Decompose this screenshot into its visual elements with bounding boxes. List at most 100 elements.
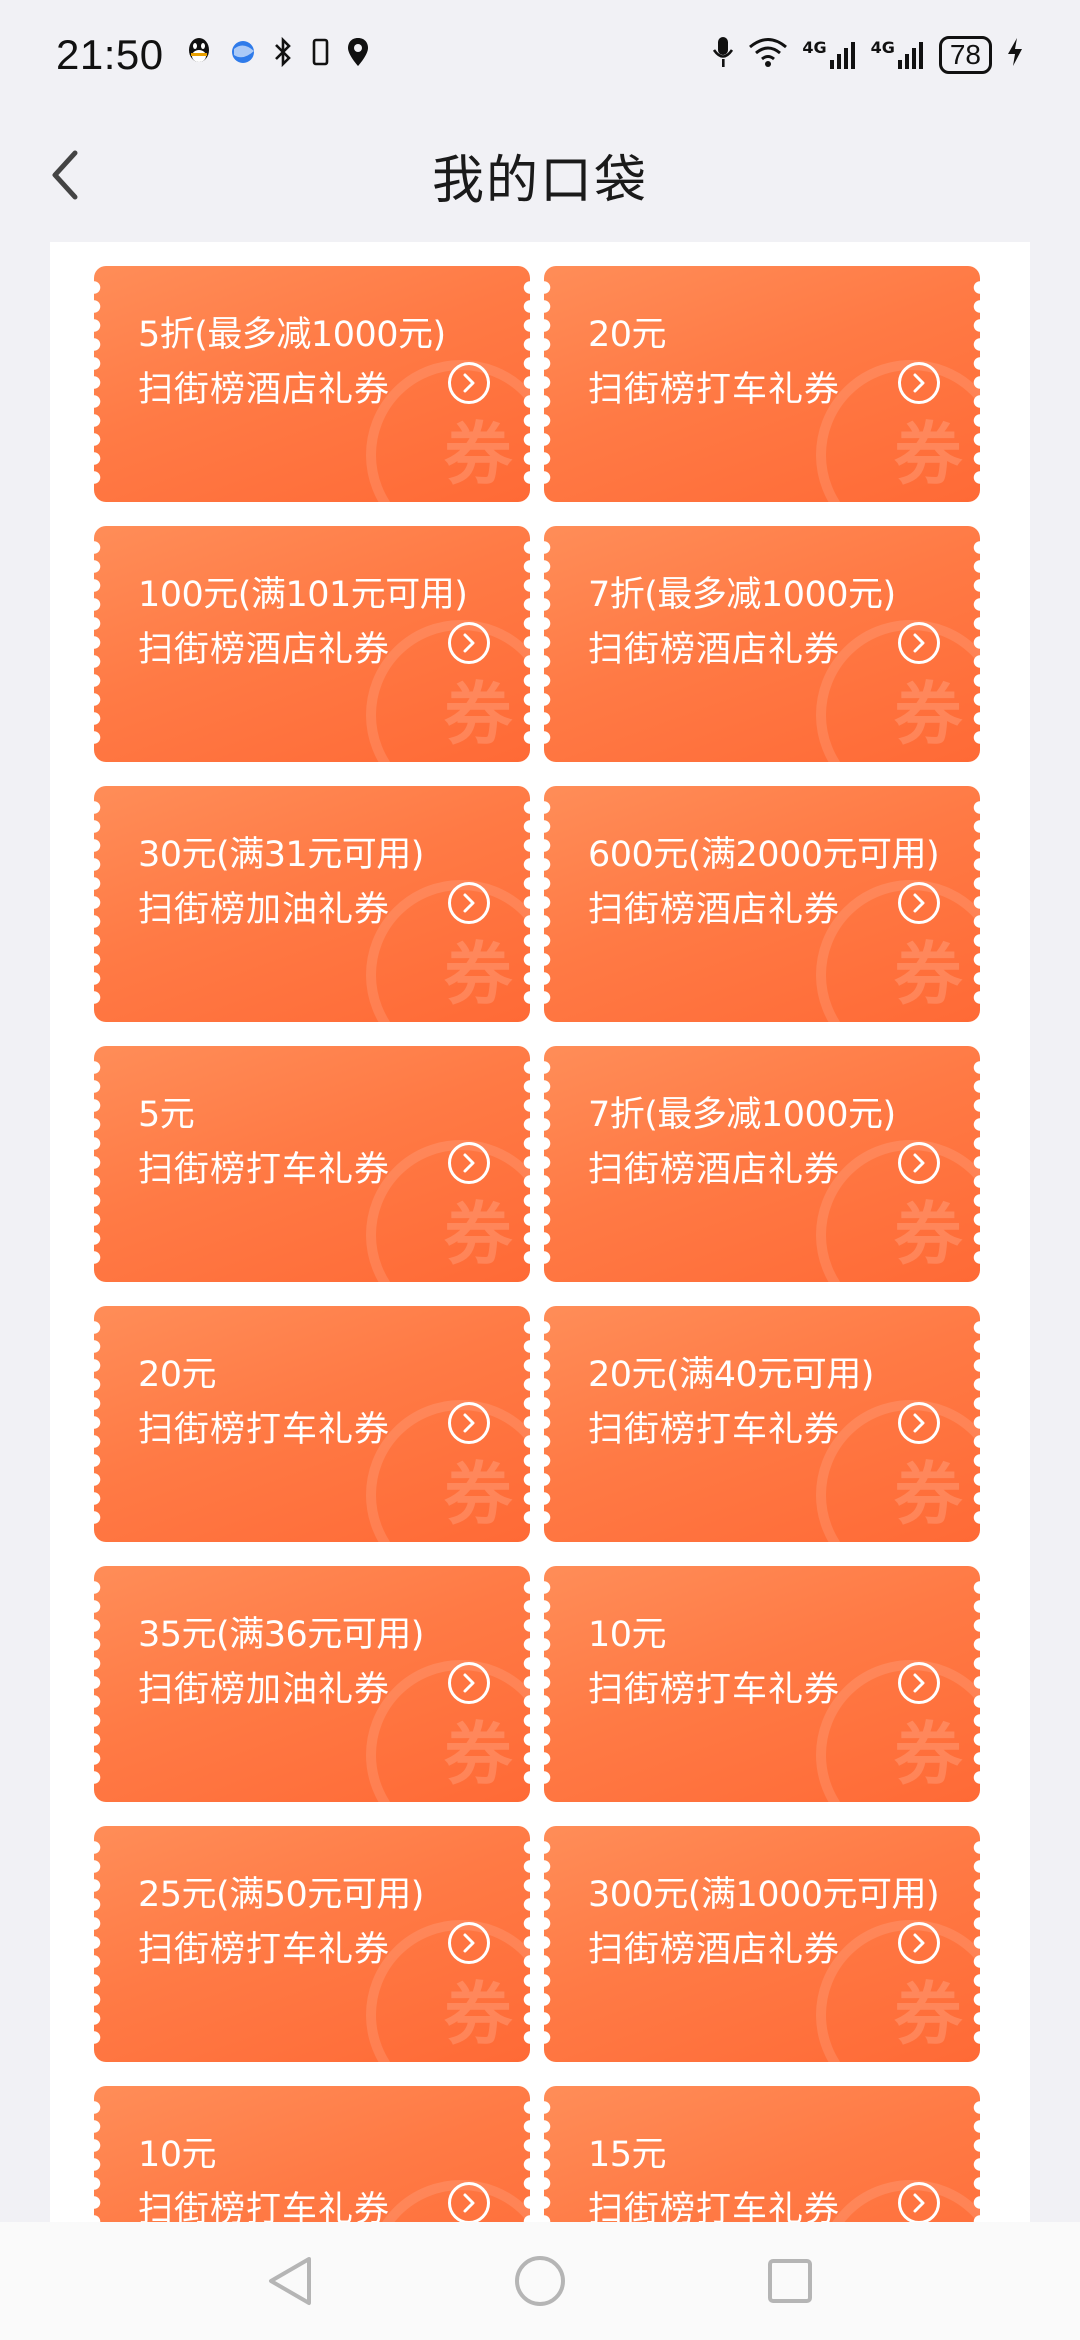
coupon-card[interactable]: 券 5元 扫街榜打车礼券 — [94, 1046, 530, 1282]
coupon-name: 扫街榜打车礼券 — [588, 1410, 841, 1450]
signal-4g-icon-2: 4G — [871, 40, 925, 70]
coupon-name: 扫街榜酒店礼券 — [588, 1150, 841, 1190]
coupon-watermark-text: 券 — [443, 1456, 512, 1535]
status-time: 21:50 — [56, 31, 164, 78]
browser-icon — [228, 37, 258, 73]
chevron-right-circle-icon[interactable] — [448, 1662, 490, 1704]
wifi-icon — [748, 36, 788, 74]
coupon-watermark-text: 券 — [893, 676, 962, 755]
nav-recents-button[interactable] — [760, 2251, 820, 2311]
coupon-name: 扫街榜酒店礼券 — [588, 630, 841, 670]
circle-home-icon — [515, 2256, 565, 2306]
coupon-watermark-text: 券 — [443, 936, 512, 1015]
coupon-watermark-text: 券 — [893, 1196, 962, 1275]
chevron-right-circle-icon[interactable] — [448, 882, 490, 924]
coupon-card[interactable]: 券 35元(满36元可用) 扫街榜加油礼券 — [94, 1566, 530, 1802]
bluetooth-icon — [272, 36, 294, 74]
square-recents-icon — [768, 2259, 812, 2303]
coupon-amount: 30元(满31元可用) — [138, 835, 424, 875]
coupon-watermark-text: 券 — [443, 1976, 512, 2055]
battery-indicator: 78 — [938, 36, 992, 74]
chevron-right-circle-icon[interactable] — [898, 622, 940, 664]
coupon-amount: 300元(满1000元可用) — [588, 1875, 940, 1915]
coupon-card[interactable]: 券 7折(最多减1000元) 扫街榜酒店礼券 — [544, 1046, 980, 1282]
coupon-card[interactable]: 券 20元(满40元可用) 扫街榜打车礼券 — [544, 1306, 980, 1542]
coupon-card[interactable]: 券10元扫街榜打车礼券 — [94, 2086, 530, 2242]
coupon-amount: 35元(满36元可用) — [138, 1615, 424, 1655]
coupon-amount: 25元(满50元可用) — [138, 1875, 424, 1915]
coupon-card[interactable]: 券 20元扫街榜打车礼券 — [94, 1306, 530, 1542]
coupon-grid: 券 5折(最多减1000元) 扫街榜酒店礼券券 20元 扫街榜打车礼券券 100元(满10… — [94, 266, 986, 2242]
chevron-right-circle-icon[interactable] — [898, 1922, 940, 1964]
coupon-amount: 7折(最多减1000元) — [588, 1095, 896, 1135]
coupon-amount: 7折(最多减1000元) — [588, 575, 896, 615]
location-icon — [346, 36, 370, 74]
coupon-card[interactable]: 券 600元(满2000元可用) 扫街榜酒店礼券 — [544, 786, 980, 1022]
coupon-name: 扫街榜加油礼券 — [138, 1670, 391, 1710]
coupon-watermark-text: 券 — [443, 416, 512, 495]
chevron-right-circle-icon[interactable] — [448, 1922, 490, 1964]
chevron-right-circle-icon[interactable] — [448, 1402, 490, 1444]
coupon-name: 扫街榜酒店礼券 — [588, 1930, 841, 1970]
coupon-name: 扫街榜打车礼券 — [588, 1670, 841, 1710]
coupon-watermark-text: 券 — [893, 1976, 962, 2055]
coupon-panel[interactable]: 券 5折(最多减1000元) 扫街榜酒店礼券券 20元 扫街榜打车礼券券 100元(满10… — [50, 242, 1030, 2242]
coupon-amount: 15元 — [588, 2135, 667, 2175]
coupon-name: 扫街榜打车礼券 — [138, 1930, 391, 1970]
coupon-watermark-text: 券 — [443, 676, 512, 755]
coupon-name: 扫街榜加油礼券 — [138, 890, 391, 930]
coupon-card[interactable]: 券 25元(满50元可用) 扫街榜打车礼券 — [94, 1826, 530, 2062]
signal-4g-icon-1: 4G — [802, 40, 856, 70]
coupon-card[interactable]: 券 30元(满31元可用) 扫街榜加油礼券 — [94, 786, 530, 1022]
nav-back-button[interactable] — [260, 2251, 320, 2311]
coupon-amount: 10元 — [588, 1615, 667, 1655]
status-bar: 21:50 4G 4G 78 — [0, 0, 1080, 110]
coupon-watermark-text: 券 — [893, 936, 962, 1015]
coupon-amount: 10元 — [138, 2135, 217, 2175]
microphone-icon — [712, 35, 734, 75]
coupon-card[interactable]: 券 10元扫街榜打车礼券 — [544, 1566, 980, 1802]
charging-icon — [1006, 36, 1024, 74]
coupon-amount: 100元(满101元可用) — [138, 575, 468, 615]
coupon-card[interactable]: 券 20元 扫街榜打车礼券 — [544, 266, 980, 502]
network-label-1: 4G — [802, 38, 827, 57]
chevron-right-circle-icon[interactable] — [898, 882, 940, 924]
coupon-watermark-text: 券 — [443, 1196, 512, 1275]
chevron-right-circle-icon[interactable] — [448, 362, 490, 404]
coupon-amount: 5元 — [138, 1095, 195, 1135]
coupon-card[interactable]: 券 100元(满101元可用) 扫街榜酒店礼券 — [94, 526, 530, 762]
coupon-card[interactable]: 券 7折(最多减1000元) 扫街榜酒店礼券 — [544, 526, 980, 762]
status-right-icons: 4G 4G 78 — [712, 35, 1024, 75]
coupon-card[interactable]: 券 300元(满1000元可用) 扫街榜酒店礼券 — [544, 1826, 980, 2062]
coupon-amount: 20元 — [138, 1355, 217, 1395]
coupon-watermark-text: 券 — [893, 1716, 962, 1795]
coupon-name: 扫街榜酒店礼券 — [138, 630, 391, 670]
coupon-name: 扫街榜酒店礼券 — [138, 370, 391, 410]
chevron-right-circle-icon[interactable] — [448, 622, 490, 664]
coupon-card[interactable]: 券15元扫街榜打车礼券 — [544, 2086, 980, 2242]
page-header: 我的口袋 — [0, 110, 1080, 240]
chevron-left-icon — [52, 150, 78, 200]
coupon-card[interactable]: 券 5折(最多减1000元) 扫街榜酒店礼券 — [94, 266, 530, 502]
coupon-amount: 600元(满2000元可用) — [588, 835, 940, 875]
chevron-right-circle-icon[interactable] — [898, 2182, 940, 2224]
chevron-right-circle-icon[interactable] — [448, 1142, 490, 1184]
chevron-right-circle-icon[interactable] — [898, 1402, 940, 1444]
status-left-icons — [184, 36, 370, 74]
back-button[interactable] — [30, 140, 100, 210]
nav-home-button[interactable] — [510, 2251, 570, 2311]
coupon-name: 扫街榜打车礼券 — [588, 370, 841, 410]
coupon-name: 扫街榜酒店礼券 — [588, 890, 841, 930]
qq-icon — [184, 36, 214, 74]
coupon-watermark-text: 券 — [443, 1716, 512, 1795]
coupon-amount: 20元 — [588, 315, 667, 355]
triangle-back-icon — [269, 2257, 311, 2305]
chevron-right-circle-icon[interactable] — [448, 2182, 490, 2224]
coupon-name: 扫街榜打车礼券 — [138, 1410, 391, 1450]
phone-vibrate-icon — [308, 36, 332, 74]
coupon-amount: 5折(最多减1000元) — [138, 315, 446, 355]
chevron-right-circle-icon[interactable] — [898, 1142, 940, 1184]
chevron-right-circle-icon[interactable] — [898, 1662, 940, 1704]
chevron-right-circle-icon[interactable] — [898, 362, 940, 404]
system-nav-bar — [0, 2222, 1080, 2340]
